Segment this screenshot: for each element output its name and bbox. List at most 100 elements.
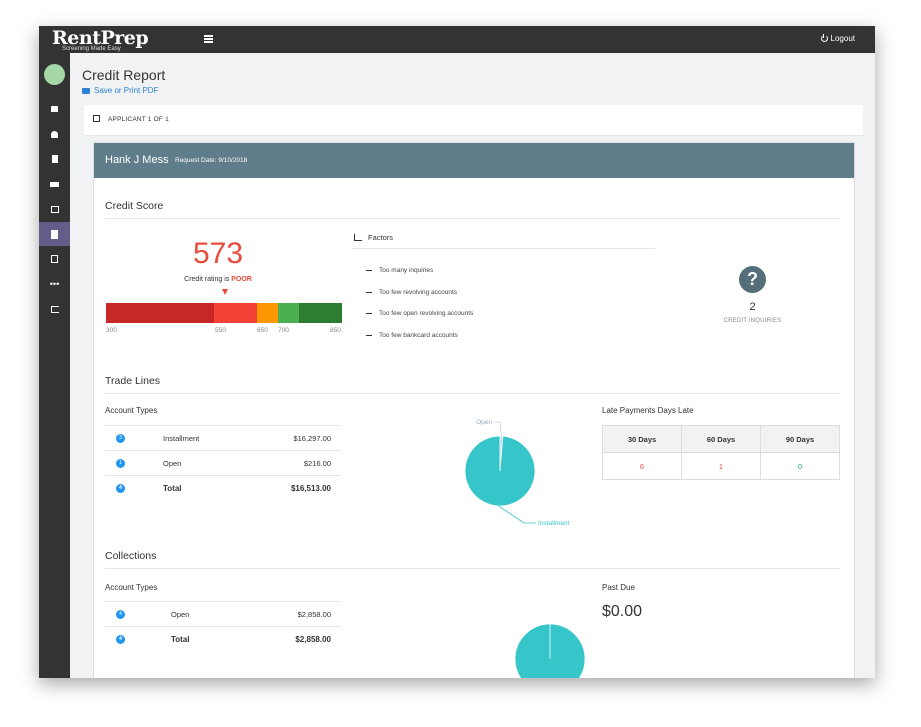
users-icon [51,106,58,112]
table-row: 3 Installment $16,297.00 [105,425,341,451]
question-icon: ? [739,266,766,293]
sidebar-item-building[interactable] [39,147,70,171]
top-bar: RentPrep Screening Made Easy Logout [39,26,875,53]
gauge-segment-good [278,303,299,323]
sidebar-item-exit[interactable] [39,297,70,321]
past-due-label: Past Due [602,583,635,592]
brand-name: RentPrep [52,27,149,49]
credit-score-value: 573 [192,237,244,270]
credit-inquiries-label: CREDIT INQUIRIES [723,318,782,324]
pie-label-line [498,505,536,524]
trade-lines-heading: Trade Lines [105,375,161,387]
credit-score-heading: Credit Score [105,200,164,212]
total-label: Total [171,635,190,644]
factor-item: Too few open revolving accounts [366,310,473,317]
pie-slice-installment[interactable] [464,435,536,507]
gauge-segment-fair [257,303,278,323]
account-amount: $16,297.00 [293,434,331,443]
sidebar-item-reports[interactable] [39,247,70,271]
home-icon [50,205,59,213]
credit-rating-value: POOR [231,276,252,283]
divider [105,218,840,219]
sidebar-item-applicant[interactable] [39,122,70,146]
avatar[interactable] [44,64,65,85]
sign-out-icon [50,305,59,313]
credit-score-gauge [106,303,342,323]
table-row: 4 Open $2,858.00 [105,601,341,627]
credit-rating-prefix: Credit rating is [184,276,230,283]
brand-logo[interactable]: RentPrep Screening Made Easy [52,27,149,52]
total-label: Total [163,484,182,493]
gauge-tick: 650 [257,327,268,334]
sidebar-item-cards[interactable] [39,172,70,196]
count-badge: 4 [116,610,125,619]
document-icon [51,229,58,239]
request-date: Request Date: 9/10/2018 [175,157,248,164]
count-badge: 3 [116,434,125,443]
past-due-value: $0.00 [602,603,643,620]
table-row-total: 4 Total $16,513.00 [105,475,341,501]
gauge-tick: 700 [278,327,289,334]
applicant-tab[interactable]: APPLICANT 1 OF 1 [108,116,169,123]
applicant-tab-bar: APPLICANT 1 OF 1 [84,105,863,136]
column-header: 30 Days [602,425,682,453]
building-icon [51,155,58,163]
gauge-segment-very-poor [106,303,214,323]
late-90-days: 0 [760,452,840,480]
more-icon: ••• [49,279,60,289]
credit-rating: Credit rating is POOR [94,276,342,283]
sidebar: ••• [39,53,70,678]
factors-title: Factors [368,233,394,242]
card-icon [50,181,59,187]
divider [352,248,655,249]
column-header: 90 Days [760,425,840,453]
gauge-segment-excellent [299,303,342,323]
total-amount: $16,513.00 [290,484,331,493]
power-icon [820,34,828,42]
print-pdf-label: Save or Print PDF [94,86,159,95]
score-marker-icon [222,289,228,295]
gauge-tick: 850 [330,327,341,334]
factor-item: Too many inquiries [366,267,433,274]
late-payments-title: Late Payments Days Late [602,406,694,415]
logout-button[interactable]: Logout [820,34,855,43]
collections-pie-chart [514,623,586,678]
user-icon [51,130,58,138]
divider [105,393,840,394]
pie-label: Installment [538,520,570,527]
table-row-total: 4 Total $2,858.00 [105,626,341,652]
credit-inquiries-count: 2 [749,301,756,313]
account-type: Installment [163,434,200,443]
menu-toggle-icon[interactable] [204,35,213,43]
late-payments-table: 30 Days 60 Days 90 Days 6 1 0 [602,425,840,480]
total-amount: $2,858.00 [295,635,331,644]
collections-heading: Collections [105,550,157,562]
count-badge: 4 [116,635,125,644]
sidebar-item-home[interactable] [39,197,70,221]
page-title: Credit Report [82,67,166,83]
printer-icon [82,87,90,94]
factor-item: Too few revolving accounts [366,289,457,296]
factors-header: Factors [354,233,393,242]
print-pdf-link[interactable]: Save or Print PDF [82,86,158,95]
gauge-tick: 550 [215,327,226,334]
account-type: Open [163,459,182,468]
pie-label: Open [476,419,492,426]
account-amount: $216.00 [303,459,331,468]
browser-frame: RentPrep Screening Made Easy Logout ••• … [39,26,875,678]
sidebar-item-more[interactable]: ••• [39,272,70,296]
count-badge: 4 [116,484,125,493]
table-row: 1 Open $216.00 [105,450,341,476]
main-content: Credit Report Save or Print PDF APPLICAN… [70,53,875,678]
sidebar-item-dashboard[interactable] [39,97,70,121]
account-type: Open [171,610,190,619]
pie-label-line [494,421,502,437]
account-types-title: Account Types [105,583,158,592]
account-amount: $2,858.00 [297,610,331,619]
person-card-icon [93,115,100,122]
late-60-days: 1 [681,452,761,480]
trade-lines-pie-chart: Open Installment [464,419,570,527]
count-badge: 1 [116,459,125,468]
gauge-segment-poor [214,303,257,323]
sidebar-item-credit-report[interactable] [39,222,70,246]
